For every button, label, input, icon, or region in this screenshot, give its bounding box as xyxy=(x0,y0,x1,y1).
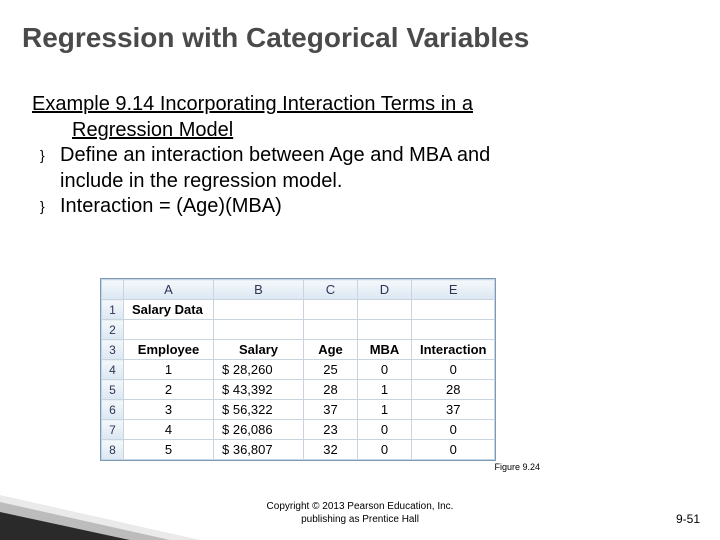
row-header: 4 xyxy=(102,360,124,380)
bullet-text-1a: Define an interaction between Age and MB… xyxy=(60,144,490,166)
cell xyxy=(124,320,214,340)
row-header: 5 xyxy=(102,380,124,400)
cell xyxy=(304,300,358,320)
cell xyxy=(214,300,304,320)
col-header-C: C xyxy=(304,280,358,300)
cell: 37 xyxy=(412,400,495,420)
col-header-B: B xyxy=(214,280,304,300)
cell: 0 xyxy=(358,360,412,380)
cell: 1 xyxy=(358,400,412,420)
cell xyxy=(304,320,358,340)
cell: Age xyxy=(304,340,358,360)
cell: 4 xyxy=(124,420,214,440)
row-header: 8 xyxy=(102,440,124,460)
cell: 25 xyxy=(304,360,358,380)
cell: 1 xyxy=(124,360,214,380)
example-heading-line2: Regression Model xyxy=(32,118,640,144)
cell: 0 xyxy=(358,440,412,460)
cell: 23 xyxy=(304,420,358,440)
bullet-text-2: Interaction = (Age)(MBA) xyxy=(60,195,282,217)
cell: 32 xyxy=(304,440,358,460)
copyright-line1: Copyright © 2013 Pearson Education, Inc. xyxy=(267,501,454,512)
col-header-E: E xyxy=(412,280,495,300)
cell: 5 xyxy=(124,440,214,460)
bullet-item-1-cont: include in the regression model. xyxy=(32,169,640,195)
example-heading-line1: Example 9.14 Incorporating Interaction T… xyxy=(32,92,640,118)
table-row: 1 Salary Data xyxy=(102,300,495,320)
bullet-text-1b: include in the regression model. xyxy=(60,170,342,192)
cell: 0 xyxy=(412,360,495,380)
select-all-corner xyxy=(102,280,124,300)
row-header: 3 xyxy=(102,340,124,360)
table-row: 8 5 $ 36,807 32 0 0 xyxy=(102,440,495,460)
cell xyxy=(214,320,304,340)
col-header-D: D xyxy=(358,280,412,300)
bullet-mark-icon: } xyxy=(40,147,45,165)
cell xyxy=(412,320,495,340)
row-header: 7 xyxy=(102,420,124,440)
row-header: 1 xyxy=(102,300,124,320)
col-header-A: A xyxy=(124,280,214,300)
cell: $ 26,086 xyxy=(214,420,304,440)
slide: Regression with Categorical Variables Ex… xyxy=(0,0,720,540)
page-number: 9-51 xyxy=(676,512,700,526)
copyright-line2: publishing as Prentice Hall xyxy=(301,514,419,525)
cell: 0 xyxy=(412,420,495,440)
spreadsheet: A B C D E 1 Salary Data 2 xyxy=(100,278,496,461)
cell: 1 xyxy=(358,380,412,400)
cell: Salary xyxy=(214,340,304,360)
table-row: 4 1 $ 28,260 25 0 0 xyxy=(102,360,495,380)
cell: 3 xyxy=(124,400,214,420)
cell: 0 xyxy=(358,420,412,440)
row-header: 2 xyxy=(102,320,124,340)
table-row: 7 4 $ 26,086 23 0 0 xyxy=(102,420,495,440)
cell: Interaction xyxy=(412,340,495,360)
cell: $ 43,392 xyxy=(214,380,304,400)
slide-content: Example 9.14 Incorporating Interaction T… xyxy=(32,92,640,220)
cell: 28 xyxy=(412,380,495,400)
slide-title: Regression with Categorical Variables xyxy=(22,22,698,54)
cell: 28 xyxy=(304,380,358,400)
cell xyxy=(358,320,412,340)
cell: Employee xyxy=(124,340,214,360)
table-row: 3 Employee Salary Age MBA Interaction xyxy=(102,340,495,360)
cell: $ 28,260 xyxy=(214,360,304,380)
row-header: 6 xyxy=(102,400,124,420)
table-row: 5 2 $ 43,392 28 1 28 xyxy=(102,380,495,400)
cell: Salary Data xyxy=(124,300,214,320)
copyright-text: Copyright © 2013 Pearson Education, Inc.… xyxy=(0,501,720,526)
cell: $ 36,807 xyxy=(214,440,304,460)
cell xyxy=(412,300,495,320)
figure-caption: Figure 9.24 xyxy=(494,462,540,472)
bullet-item-2: } Interaction = (Age)(MBA) xyxy=(32,194,640,220)
cell xyxy=(358,300,412,320)
cell: 2 xyxy=(124,380,214,400)
bullet-item-1: } Define an interaction between Age and … xyxy=(32,143,640,169)
bullet-mark-icon: } xyxy=(40,198,45,216)
table-row: 6 3 $ 56,322 37 1 37 xyxy=(102,400,495,420)
cell: $ 56,322 xyxy=(214,400,304,420)
spreadsheet-table: A B C D E 1 Salary Data 2 xyxy=(101,279,495,460)
cell: 0 xyxy=(412,440,495,460)
column-header-row: A B C D E xyxy=(102,280,495,300)
cell: MBA xyxy=(358,340,412,360)
table-row: 2 xyxy=(102,320,495,340)
cell: 37 xyxy=(304,400,358,420)
